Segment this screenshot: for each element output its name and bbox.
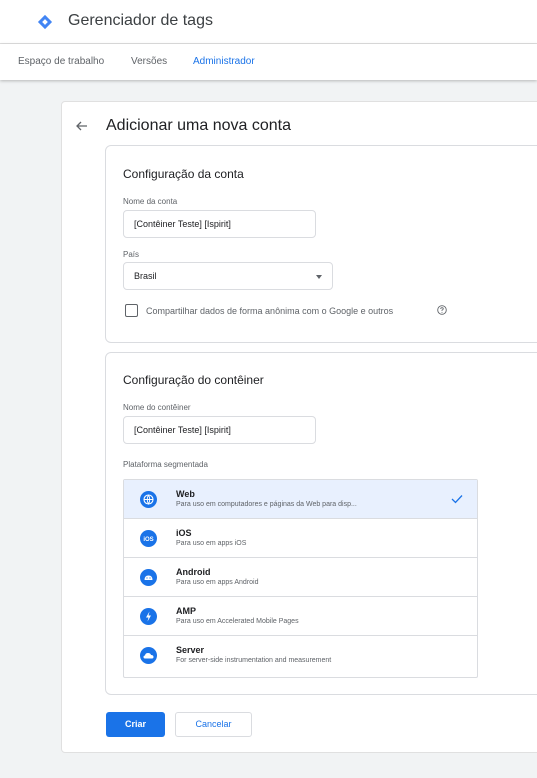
check-icon bbox=[451, 495, 463, 504]
platform-label: Plataforma segmentada bbox=[123, 460, 208, 469]
tag-manager-logo-icon[interactable] bbox=[36, 13, 54, 31]
svg-text:iOS: iOS bbox=[143, 537, 153, 543]
platform-description: Para uso em Accelerated Mobile Pages bbox=[176, 618, 299, 625]
account-name-field[interactable]: [Contêiner Teste] [Ispirit] bbox=[123, 210, 316, 238]
app-header: Gerenciador de tags bbox=[0, 0, 537, 44]
share-data-label: Compartilhar dados de forma anônima com … bbox=[146, 306, 394, 316]
platform-option-ios[interactable]: iOS iOS Para uso em apps iOS bbox=[124, 519, 477, 558]
platform-name: Android bbox=[176, 567, 211, 577]
country-select[interactable]: Brasil bbox=[123, 262, 333, 290]
container-name-field[interactable]: [Contêiner Teste] [Ispirit] bbox=[123, 416, 316, 444]
platform-option-server[interactable]: Server For server-side instrumentation a… bbox=[124, 636, 477, 675]
android-icon bbox=[140, 569, 157, 586]
globe-icon bbox=[140, 491, 157, 508]
country-value: Brasil bbox=[134, 271, 157, 281]
platform-name: Server bbox=[176, 645, 205, 655]
platform-name: Web bbox=[176, 489, 195, 499]
chevron-down-icon bbox=[316, 275, 322, 279]
back-arrow-icon[interactable] bbox=[75, 119, 89, 133]
account-name-label: Nome da conta bbox=[123, 197, 178, 206]
app-title: Gerenciador de tags bbox=[68, 12, 213, 29]
platform-list: Web Para uso em computadores e páginas d… bbox=[123, 479, 478, 678]
platform-option-android[interactable]: Android Para uso em apps Android bbox=[124, 558, 477, 597]
platform-option-amp[interactable]: AMP Para uso em Accelerated Mobile Pages bbox=[124, 597, 477, 636]
top-nav: Espaço de trabalho Versões Administrador bbox=[0, 44, 537, 80]
platform-description: Para uso em apps Android bbox=[176, 579, 259, 586]
platform-name: iOS bbox=[176, 528, 192, 538]
platform-description: Para uso em computadores e páginas da We… bbox=[176, 501, 357, 508]
platform-name: AMP bbox=[176, 606, 196, 616]
country-label: País bbox=[123, 250, 140, 259]
create-button[interactable]: Criar bbox=[106, 712, 165, 737]
amp-icon bbox=[140, 608, 157, 625]
container-section-title: Configuração do contêiner bbox=[123, 373, 264, 387]
help-icon[interactable] bbox=[437, 305, 447, 315]
cancel-button[interactable]: Cancelar bbox=[175, 712, 252, 737]
platform-option-web[interactable]: Web Para uso em computadores e páginas d… bbox=[124, 480, 477, 519]
tab-versions[interactable]: Versões bbox=[131, 56, 167, 67]
ios-icon: iOS bbox=[140, 530, 157, 547]
page-title: Adicionar uma nova conta bbox=[106, 117, 291, 134]
cloud-icon bbox=[140, 647, 157, 664]
platform-description: For server-side instrumentation and meas… bbox=[176, 657, 332, 664]
account-section-title: Configuração da conta bbox=[123, 167, 244, 181]
container-name-label: Nome do contêiner bbox=[123, 403, 191, 412]
platform-description: Para uso em apps iOS bbox=[176, 540, 247, 547]
tab-workspace[interactable]: Espaço de trabalho bbox=[18, 56, 104, 67]
tab-admin[interactable]: Administrador bbox=[193, 56, 255, 67]
share-data-checkbox[interactable] bbox=[125, 304, 138, 317]
